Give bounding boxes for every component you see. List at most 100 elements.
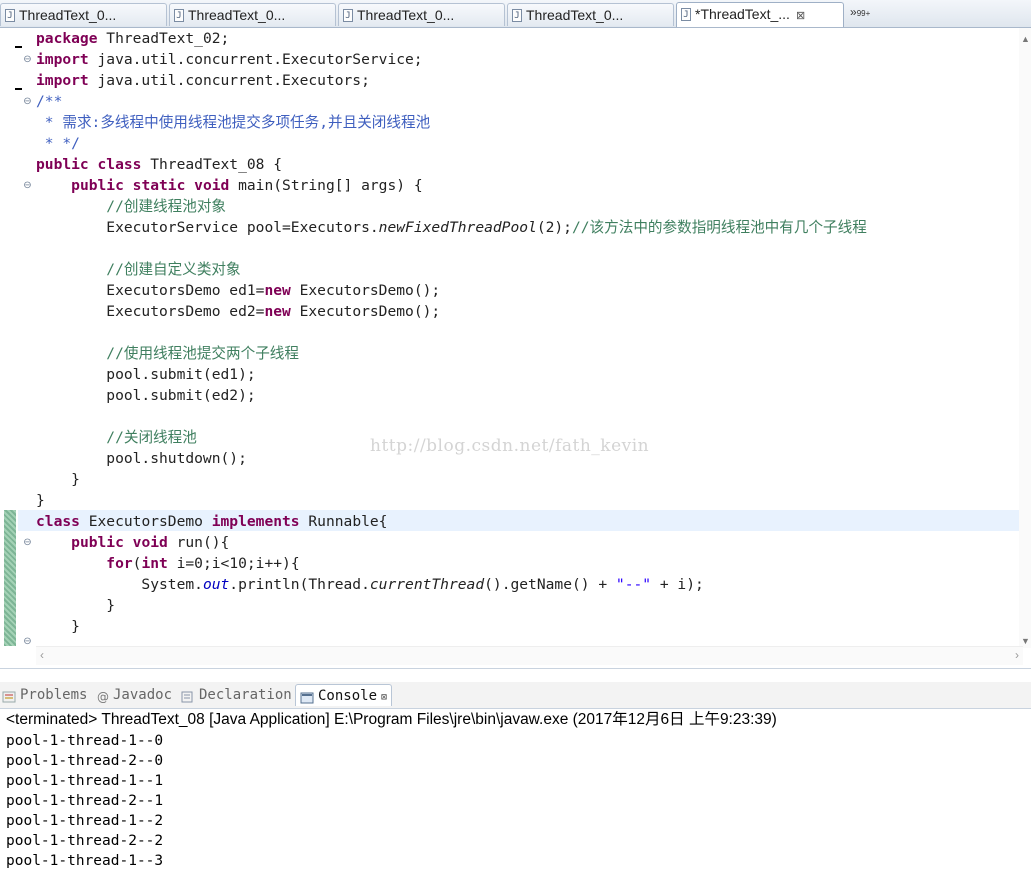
code-token: out [202, 576, 230, 593]
java-file-icon: J [512, 8, 522, 22]
code-line[interactable]: * */ [36, 133, 80, 154]
scroll-up-icon[interactable]: ▲ [1021, 34, 1030, 44]
occurrence-marker [15, 46, 22, 48]
scroll-down-icon[interactable]: ▼ [1021, 636, 1030, 646]
code-token: import [36, 72, 89, 89]
overflow-count: 99+ [856, 9, 871, 18]
declaration-icon [181, 688, 195, 703]
code-token: ExecutorsDemo ed1= [36, 282, 265, 299]
scroll-right-icon[interactable]: › [1015, 648, 1019, 662]
console-line: pool-1-thread-2--2 [6, 833, 164, 849]
code-line[interactable]: ExecutorsDemo ed2=new ExecutorsDemo(); [36, 301, 440, 322]
code-line[interactable]: ExecutorsDemo ed1=new ExecutorsDemo(); [36, 280, 440, 301]
code-line[interactable]: for(int i=0;i<10;i++){ [36, 553, 300, 574]
code-line[interactable]: System.out.println(Thread.currentThread(… [36, 574, 703, 595]
code-comment: //该方法中的参数指明线程池中有几个子线程 [571, 219, 867, 236]
editor-tab-label: ThreadText_0... [19, 7, 117, 23]
horizontal-scrollbar[interactable]: ‹ › [36, 646, 1023, 665]
code-token: ExecutorsDemo(); [290, 282, 441, 299]
tab-console[interactable]: Console ⊠ [295, 684, 393, 706]
code-line[interactable]: pool.submit(ed1); [36, 364, 255, 385]
code-token: import [36, 51, 89, 68]
console-output[interactable]: <terminated> ThreadText_08 [Java Applica… [0, 709, 1031, 870]
code-line[interactable]: //使用线程池提交两个子线程 [36, 343, 299, 364]
code-line[interactable]: import java.util.concurrent.ExecutorServ… [36, 49, 423, 70]
code-token: i=0;i<10;i++){ [167, 555, 300, 572]
code-token: new [264, 282, 291, 299]
quick-diff-change-bar [4, 510, 16, 646]
editor-tab-label: ThreadText_0... [526, 7, 624, 23]
scroll-left-icon[interactable]: ‹ [40, 648, 44, 662]
code-token: public static void [71, 177, 230, 194]
chevron-double-right-icon: » [850, 5, 857, 19]
code-token: ExecutorsDemo ed2= [36, 303, 265, 320]
code-line[interactable]: } [36, 616, 80, 637]
code-line[interactable]: * 需求:多线程中使用线程池提交多项任务,并且关闭线程池 [36, 112, 430, 133]
code-line[interactable]: } [36, 490, 45, 511]
close-icon[interactable]: ⊠ [796, 10, 805, 22]
close-icon[interactable]: ⊠ [381, 692, 387, 703]
tab-declaration[interactable]: Declaration [181, 684, 292, 706]
editor-tab-1[interactable]: J ThreadText_0... [0, 3, 167, 26]
code-token: ().getName() + [484, 576, 616, 593]
code-line[interactable]: public void run(){ [36, 532, 229, 553]
code-line[interactable]: ExecutorService pool=Executors.newFixedT… [36, 217, 867, 238]
console-line: pool-1-thread-2--1 [6, 793, 164, 809]
fold-toggle-icon[interactable]: ⊖ [23, 97, 32, 107]
fold-toggle-icon[interactable]: ⊖ [23, 55, 32, 65]
code-line[interactable]: import java.util.concurrent.Executors; [36, 70, 370, 91]
fold-toggle-icon[interactable]: ⊖ [23, 181, 32, 191]
code-token: .println(Thread. [229, 576, 370, 593]
code-line[interactable]: //创建自定义类对象 [36, 259, 240, 280]
tab-problems[interactable]: Problems [2, 684, 87, 706]
code-line[interactable]: pool.shutdown(); [36, 448, 247, 469]
code-line[interactable]: } [36, 469, 80, 490]
code-line[interactable]: //创建线程池对象 [36, 196, 226, 217]
code-token: public class [36, 156, 142, 173]
code-token: int [141, 555, 168, 572]
code-token: Runnable{ [299, 513, 388, 530]
console-line: pool-1-thread-1--2 [6, 813, 164, 829]
code-token: class [36, 513, 80, 530]
java-file-icon: J [5, 8, 15, 22]
tab-overflow-button[interactable]: »99+ [850, 5, 870, 19]
console-line: pool-1-thread-1--0 [6, 733, 164, 749]
code-line[interactable]: public class ThreadText_08 { [36, 154, 282, 175]
occurrence-marker [15, 88, 22, 90]
editor-tab-label: ThreadText_0... [357, 7, 455, 23]
code-line[interactable]: public static void main(String[] args) { [36, 175, 423, 196]
fold-toggle-icon[interactable]: ⊖ [23, 538, 32, 548]
code-token: run(){ [167, 534, 230, 551]
code-token: main(String[] args) { [229, 177, 423, 194]
fold-toggle-icon[interactable]: ⊖ [23, 637, 32, 647]
console-icon [300, 689, 314, 704]
code-editor[interactable]: ⊖ ⊖ ⊖ ⊖ ⊖ package ThreadText_02; import … [0, 28, 1031, 669]
editor-tab-3[interactable]: J ThreadText_0... [338, 3, 505, 26]
tab-label: Problems [20, 687, 88, 703]
code-token: implements [211, 513, 300, 530]
editor-tab-label: ThreadText_0... [188, 7, 286, 23]
console-line: pool-1-thread-2--0 [6, 753, 164, 769]
tab-label: Javadoc [113, 687, 173, 703]
code-line[interactable]: //关闭线程池 [36, 427, 197, 448]
tab-label: Console [318, 688, 378, 704]
code-token: java.util.concurrent.Executors; [88, 72, 370, 89]
code-token: ExecutorsDemo(); [290, 303, 441, 320]
editor-tab-4[interactable]: J ThreadText_0... [507, 3, 674, 26]
code-token: new [264, 303, 291, 320]
vertical-scrollbar[interactable]: ▲ ▼ [1019, 28, 1031, 648]
editor-tab-active[interactable]: J *ThreadText_... ⊠ [676, 2, 844, 27]
code-line[interactable]: } [36, 595, 115, 616]
code-line[interactable]: pool.submit(ed2); [36, 385, 255, 406]
code-token: ThreadText_02; [97, 30, 230, 47]
code-token: ExecutorService pool=Executors. [36, 219, 379, 236]
editor-tab-2[interactable]: J ThreadText_0... [169, 3, 336, 26]
tab-javadoc[interactable]: @ Javadoc [97, 684, 172, 706]
code-line[interactable]: /** [36, 91, 62, 112]
code-line[interactable]: class ExecutorsDemo implements Runnable{ [36, 511, 387, 532]
code-token: System. [36, 576, 203, 593]
code-line[interactable]: package ThreadText_02; [36, 28, 229, 49]
